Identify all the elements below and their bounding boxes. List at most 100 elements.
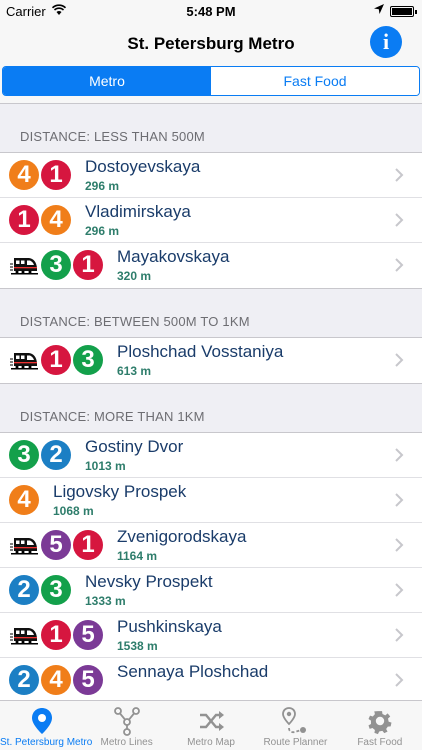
station-row[interactable]: 3 2 Gostiny Dvor 1013 m bbox=[0, 433, 422, 478]
line-5-badge: 5 bbox=[73, 665, 103, 695]
chevron-right-icon bbox=[395, 493, 404, 507]
station-section: 4 1 Dostoyevskaya 296 m 1 4 Vladimirskaya 296 m… bbox=[0, 152, 422, 289]
station-name: Dostoyevskaya bbox=[85, 157, 201, 176]
station-row[interactable]: 4 Ligovsky Prospek 1068 m bbox=[0, 478, 422, 523]
line-5-badge: 5 bbox=[73, 620, 103, 650]
line-badges: 13 bbox=[9, 344, 105, 376]
status-bar: Carrier 5:48 PM bbox=[0, 0, 422, 22]
line-3-badge: 3 bbox=[41, 575, 71, 605]
line-1-badge: 1 bbox=[41, 160, 71, 190]
section-header: DISTANCE: MORE THAN 1KM bbox=[0, 384, 422, 432]
location-arrow-icon bbox=[374, 4, 384, 14]
station-distance: 1013 m bbox=[85, 459, 126, 473]
segment-control-bar: Metro Fast Food bbox=[0, 66, 422, 104]
line-badges: 14 bbox=[9, 204, 73, 236]
station-row[interactable]: 5 1 Zvenigorodskaya 1164 m bbox=[0, 523, 422, 568]
station-distance: 1164 m bbox=[117, 549, 158, 563]
station-name: Pushkinskaya bbox=[117, 617, 222, 636]
chevron-right-icon bbox=[395, 213, 404, 227]
battery-icon bbox=[390, 6, 417, 17]
line-3-badge: 3 bbox=[73, 345, 103, 375]
segmented-control: Metro Fast Food bbox=[2, 66, 420, 96]
station-row[interactable]: 2 4 5 Sennaya Ploshchad bbox=[0, 658, 422, 700]
line-badges: 51 bbox=[9, 529, 105, 561]
line-4-badge: 4 bbox=[9, 160, 39, 190]
navigation-bar: St. Petersburg Metro i bbox=[0, 22, 422, 66]
station-row[interactable]: 4 1 Dostoyevskaya 296 m bbox=[0, 153, 422, 198]
chevron-right-icon bbox=[395, 628, 404, 642]
line-1-badge: 1 bbox=[41, 345, 71, 375]
tab-metro-map[interactable]: Metro Map bbox=[169, 701, 253, 750]
station-list: DISTANCE: LESS THAN 500M 4 1 Dostoyevskaya 2… bbox=[0, 104, 422, 700]
line-2-badge: 2 bbox=[9, 575, 39, 605]
tab-fast-food[interactable]: Fast Food bbox=[338, 701, 422, 750]
line-2-badge: 2 bbox=[41, 440, 71, 470]
line-badges: 32 bbox=[9, 439, 73, 471]
tab-label: Fast Food bbox=[357, 737, 403, 748]
station-row[interactable]: 1 5 Pushkinskaya 1538 m bbox=[0, 613, 422, 658]
station-name: Gostiny Dvor bbox=[85, 437, 184, 456]
station-name: Ligovsky Prospek bbox=[53, 482, 187, 501]
section-header: DISTANCE: LESS THAN 500M bbox=[0, 104, 422, 152]
train-icon bbox=[9, 250, 39, 280]
section-header-label: DISTANCE: BETWEEN 500M TO 1KM bbox=[20, 314, 250, 329]
tab-st-petersburg-metro[interactable]: St. Petersburg Metro bbox=[0, 701, 93, 750]
station-section: 3 2 Gostiny Dvor 1013 m 4 Ligovsky Prospek 106… bbox=[0, 432, 422, 700]
info-icon[interactable]: i bbox=[370, 26, 402, 58]
chevron-right-icon bbox=[395, 583, 404, 597]
line-badges: 15 bbox=[9, 619, 105, 651]
line-badges: 41 bbox=[9, 159, 73, 191]
chevron-right-icon bbox=[395, 538, 404, 552]
station-name: Mayakovskaya bbox=[117, 247, 230, 266]
tab-metro-lines[interactable]: Metro Lines bbox=[84, 701, 168, 750]
line-3-badge: 3 bbox=[41, 250, 71, 280]
chevron-right-icon bbox=[395, 448, 404, 462]
line-3-badge: 3 bbox=[9, 440, 39, 470]
station-name: Ploshchad Vosstaniya bbox=[117, 342, 284, 361]
station-name: Nevsky Prospekt bbox=[85, 572, 213, 591]
tab-fast-food[interactable]: Fast Food bbox=[211, 67, 419, 95]
line-badges: 4 bbox=[9, 484, 41, 516]
station-row[interactable]: 3 1 Mayakovskaya 320 m bbox=[0, 243, 422, 288]
line-4-badge: 4 bbox=[41, 665, 71, 695]
section-header: DISTANCE: BETWEEN 500M TO 1KM bbox=[0, 289, 422, 337]
section-header-label: DISTANCE: MORE THAN 1KM bbox=[20, 409, 205, 424]
station-distance: 1538 m bbox=[117, 639, 158, 653]
line-2-badge: 2 bbox=[9, 665, 39, 695]
line-5-badge: 5 bbox=[41, 530, 71, 560]
station-row[interactable]: 1 4 Vladimirskaya 296 m bbox=[0, 198, 422, 243]
line-1-badge: 1 bbox=[41, 620, 71, 650]
line-1-badge: 1 bbox=[73, 250, 103, 280]
status-time: 5:48 PM bbox=[186, 4, 236, 19]
line-badges: 245 bbox=[9, 664, 105, 696]
station-distance: 320 m bbox=[117, 269, 152, 283]
tab-route-planner[interactable]: Route Planner bbox=[253, 701, 337, 750]
line-badges: 31 bbox=[9, 249, 105, 281]
tab-label: Metro Map bbox=[187, 737, 235, 748]
line-1-badge: 1 bbox=[73, 530, 103, 560]
station-row[interactable]: 1 3 Ploshchad Vosstaniya 613 m bbox=[0, 338, 422, 383]
section-header-label: DISTANCE: LESS THAN 500M bbox=[20, 129, 205, 144]
line-4-badge: 4 bbox=[9, 485, 39, 515]
station-distance: 613 m bbox=[117, 364, 152, 378]
train-icon bbox=[9, 345, 39, 375]
station-name: Zvenigorodskaya bbox=[117, 527, 247, 546]
station-name: Sennaya Ploshchad bbox=[117, 662, 269, 681]
station-row[interactable]: 2 3 Nevsky Prospekt 1333 m bbox=[0, 568, 422, 613]
station-section: 1 3 Ploshchad Vosstaniya 613 m bbox=[0, 337, 422, 384]
line-badges: 23 bbox=[9, 574, 73, 606]
tab-metro[interactable]: Metro bbox=[3, 67, 211, 95]
station-distance: 1333 m bbox=[85, 594, 126, 608]
station-distance: 1068 m bbox=[53, 504, 94, 518]
tab-label: Route Planner bbox=[263, 737, 328, 748]
chevron-right-icon bbox=[395, 353, 404, 367]
train-icon bbox=[9, 620, 39, 650]
station-name: Vladimirskaya bbox=[85, 202, 191, 221]
station-distance: 296 m bbox=[85, 179, 120, 193]
tab-bar: St. Petersburg Metro Metro Lines Metro Map… bbox=[0, 700, 422, 750]
chevron-right-icon bbox=[395, 258, 404, 272]
train-icon bbox=[9, 530, 39, 560]
page-title: St. Petersburg Metro bbox=[127, 34, 295, 53]
tab-label: Metro Lines bbox=[100, 737, 153, 748]
tab-label: St. Petersburg Metro bbox=[0, 737, 93, 748]
